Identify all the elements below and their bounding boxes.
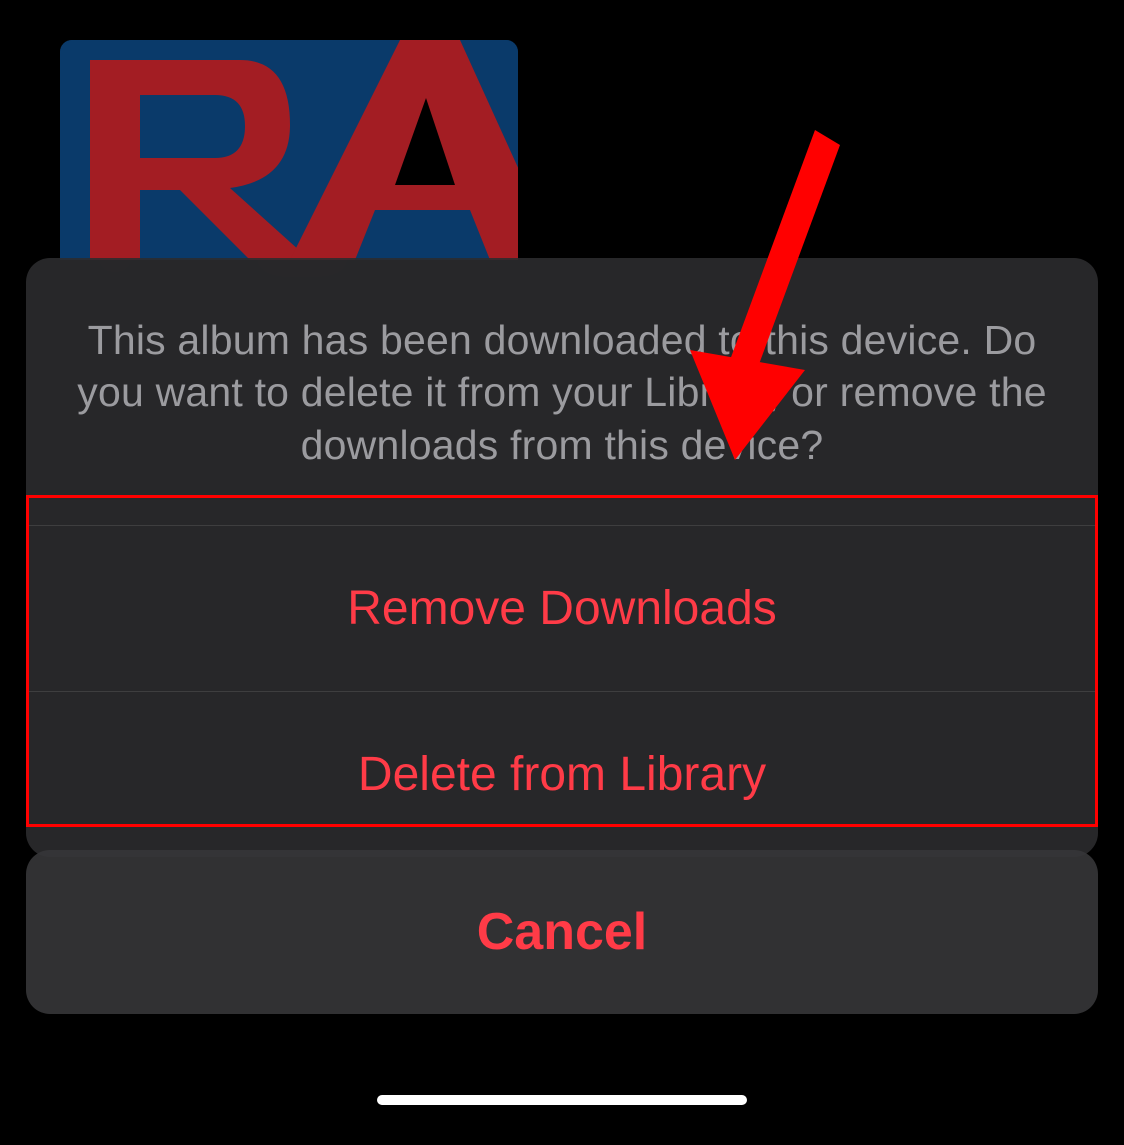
sheet-message: This album has been downloaded to this d… xyxy=(26,258,1098,525)
action-sheet: This album has been downloaded to this d… xyxy=(26,258,1098,857)
album-artwork xyxy=(60,40,518,260)
delete-from-library-button[interactable]: Delete from Library xyxy=(26,691,1098,857)
cancel-button[interactable]: Cancel xyxy=(26,850,1098,1014)
cancel-group: Cancel xyxy=(26,850,1098,1014)
home-indicator[interactable] xyxy=(377,1095,747,1105)
remove-downloads-button[interactable]: Remove Downloads xyxy=(26,525,1098,691)
